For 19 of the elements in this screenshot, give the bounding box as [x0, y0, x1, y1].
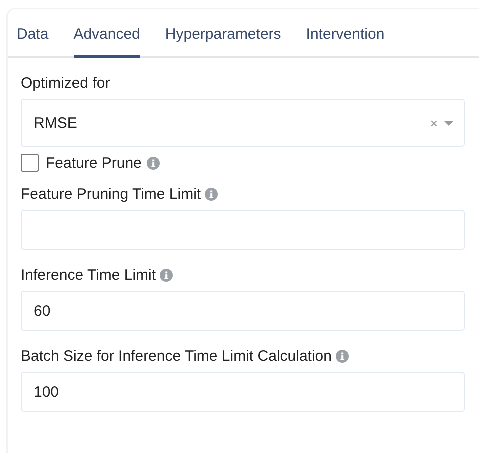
- tab[interactable]: Intervention: [306, 9, 385, 58]
- checkbox[interactable]: [21, 154, 39, 172]
- field-label: Optimized for: [21, 75, 110, 92]
- tab[interactable]: Hyperparameters: [165, 9, 282, 58]
- caret-icon[interactable]: [444, 120, 454, 126]
- select-field[interactable]: RMSE ×: [21, 99, 465, 147]
- input-field[interactable]: 60: [21, 291, 465, 331]
- checkbox-label: Feature Prune: [46, 154, 142, 172]
- info-icon[interactable]: [146, 156, 160, 170]
- info-icon[interactable]: [160, 269, 174, 282]
- info-icon[interactable]: [205, 188, 218, 201]
- field-label: Batch Size for Inference Time Limit Calculation: [21, 348, 332, 365]
- field-label: Feature Pruning Time Limit: [21, 186, 202, 203]
- tab[interactable]: Advanced: [74, 9, 140, 58]
- input-field[interactable]: [21, 210, 465, 250]
- info-icon[interactable]: [336, 350, 349, 363]
- field-label: Inference Time Limit: [21, 267, 156, 284]
- tab[interactable]: Data: [17, 9, 49, 58]
- input-field[interactable]: 100: [21, 372, 465, 412]
